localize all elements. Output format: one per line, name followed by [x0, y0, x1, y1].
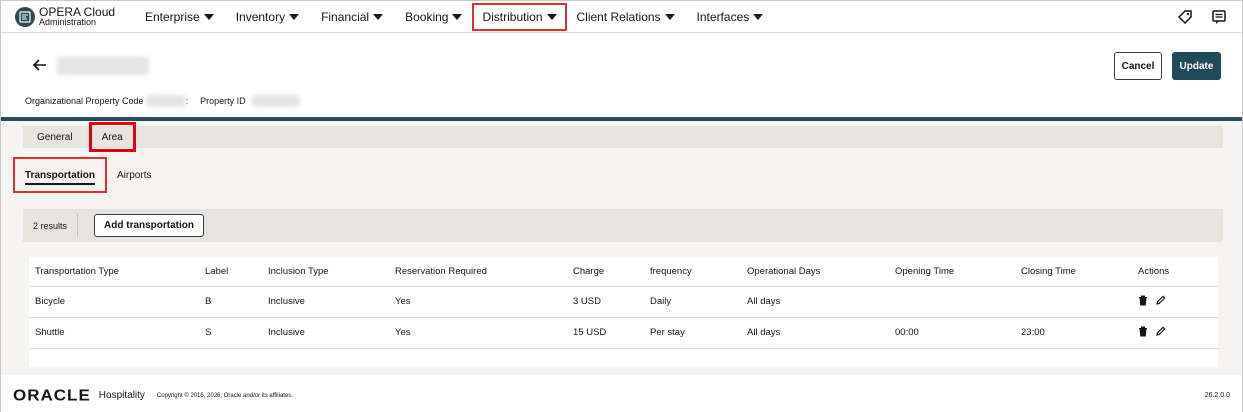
transportation-table: Transportation Type Label Inclusion Type… [29, 257, 1218, 367]
cell-transportation-type: Shuttle [29, 316, 199, 349]
cell-opening-time: 00:00 [889, 316, 1015, 349]
cell-actions [1132, 316, 1218, 349]
menu-interfaces[interactable]: Interfaces [691, 3, 770, 31]
messages-icon[interactable] [1210, 8, 1228, 26]
chevron-down-icon [546, 13, 557, 20]
column-header[interactable]: Charge [567, 257, 644, 286]
oracle-logo: ORACLE [13, 386, 91, 404]
cell-opening-time [889, 285, 1015, 317]
results-count: 2 results [23, 214, 79, 237]
cell-inclusion-type: Inclusive [262, 285, 389, 317]
menu-label: Distribution [482, 9, 543, 24]
column-header: Actions [1138, 265, 1170, 277]
chevron-down-icon [452, 13, 463, 20]
column-header[interactable]: Label [199, 257, 262, 286]
subtab-airports[interactable]: Airports [107, 157, 161, 193]
cell-closing-time: 23:00 [1015, 316, 1132, 349]
column-header[interactable]: frequency [644, 257, 741, 286]
footer: ORACLE Hospitality Copyright © 2016, 202… [1, 379, 1242, 412]
menu-label: Enterprise [145, 9, 200, 24]
menu-financial[interactable]: Financial [315, 3, 389, 31]
cell-transportation-type: Bicycle [29, 285, 199, 317]
pencil-icon[interactable] [1156, 295, 1166, 308]
chevron-down-icon [664, 13, 675, 20]
table-row[interactable]: Shuttle S Inclusive Yes 15 USD Per stay … [29, 316, 1218, 349]
cell-operational-days: All days [741, 285, 889, 317]
tag-icon[interactable] [1176, 8, 1194, 26]
cell-actions [1132, 285, 1218, 317]
property-id-redacted [251, 95, 300, 107]
tab-general[interactable]: General [23, 132, 87, 143]
cell-label: S [199, 316, 262, 349]
menu-booking[interactable]: Booking [399, 3, 468, 31]
chevron-down-icon [373, 13, 384, 20]
back-arrow-icon[interactable] [32, 58, 47, 76]
cell-label: B [199, 285, 262, 317]
table-row[interactable]: Bicycle B Inclusive Yes 3 USD Daily All … [29, 285, 1218, 317]
active-tab-indicator [25, 183, 96, 185]
brand[interactable]: OPERA Cloud Administration [15, 4, 135, 27]
property-id-label: Property ID [200, 96, 246, 106]
cell-frequency: Per stay [644, 316, 741, 349]
cancel-button[interactable]: Cancel [1114, 52, 1162, 80]
menu-label: Interfaces [696, 9, 750, 24]
add-transportation-button[interactable]: Add transportation [94, 214, 205, 237]
cell-charge: 3 USD [567, 285, 644, 317]
column-header[interactable]: Opening Time [889, 257, 1015, 286]
top-navigation: OPERA Cloud Administration Enterprise In… [1, 1, 1242, 33]
menu-label: Financial [321, 9, 370, 24]
menu-label: Booking [405, 9, 449, 24]
copyright-text: Copyright © 2016, 2026, Oracle and/or it… [156, 392, 293, 399]
column-header[interactable]: Inclusion Type [262, 257, 389, 286]
cell-closing-time [1015, 285, 1132, 317]
hospitality-label: Hospitality [98, 390, 145, 401]
cell-charge: 15 USD [567, 316, 644, 349]
org-property-code-label: Organizational Property Code [25, 96, 144, 106]
trash-icon[interactable] [1138, 295, 1148, 309]
cell-inclusion-type: Inclusive [262, 316, 389, 349]
subtab-label: Transportation [25, 169, 96, 181]
brand-name: OPERA Cloud [39, 4, 116, 19]
menu-client-relations[interactable]: Client Relations [571, 3, 681, 31]
table-header-row: Transportation Type Label Inclusion Type… [29, 257, 1218, 286]
cell-frequency: Daily [644, 285, 741, 317]
column-header[interactable]: Transportation Type [29, 257, 199, 286]
opera-logo-icon [15, 6, 35, 27]
chevron-down-icon [289, 13, 300, 20]
cell-reservation-required: Yes [389, 285, 567, 317]
trash-icon[interactable] [1138, 326, 1148, 340]
sub-tab-bar: Transportation Airports [13, 157, 161, 193]
tab-area[interactable]: Area [88, 122, 136, 152]
menu-label: Client Relations [576, 9, 661, 24]
update-button[interactable]: Update [1172, 52, 1221, 80]
cell-reservation-required: Yes [389, 316, 567, 349]
menu-label: Inventory [235, 9, 286, 24]
subtab-transportation[interactable]: Transportation [13, 157, 108, 193]
main-content: General Area Transportation Airports 2 r… [1, 121, 1242, 375]
org-property-code-redacted [145, 95, 186, 107]
property-name-redacted [57, 57, 149, 75]
menu-inventory[interactable]: Inventory [230, 3, 305, 31]
pencil-icon[interactable] [1156, 326, 1166, 339]
column-header[interactable]: Reservation Required [389, 257, 567, 286]
chevron-down-icon [203, 13, 214, 20]
property-info: Organizational Property Code : Property … [25, 95, 300, 107]
tab-bar: General Area [23, 122, 1223, 152]
subtab-label: Airports [117, 169, 152, 181]
column-header[interactable]: Closing Time [1015, 257, 1132, 286]
column-header[interactable]: Operational Days [741, 257, 889, 286]
version-text: 26.2.0.0 [1204, 392, 1230, 399]
menu-distribution[interactable]: Distribution [472, 2, 567, 31]
results-toolbar: 2 results Add transportation [23, 209, 1223, 242]
colon-separator: : [185, 96, 189, 106]
main-menu: Enterprise Inventory Financial Booking D… [135, 1, 771, 33]
chevron-down-icon [753, 13, 764, 20]
menu-enterprise[interactable]: Enterprise [139, 3, 220, 31]
cell-operational-days: All days [741, 316, 889, 349]
